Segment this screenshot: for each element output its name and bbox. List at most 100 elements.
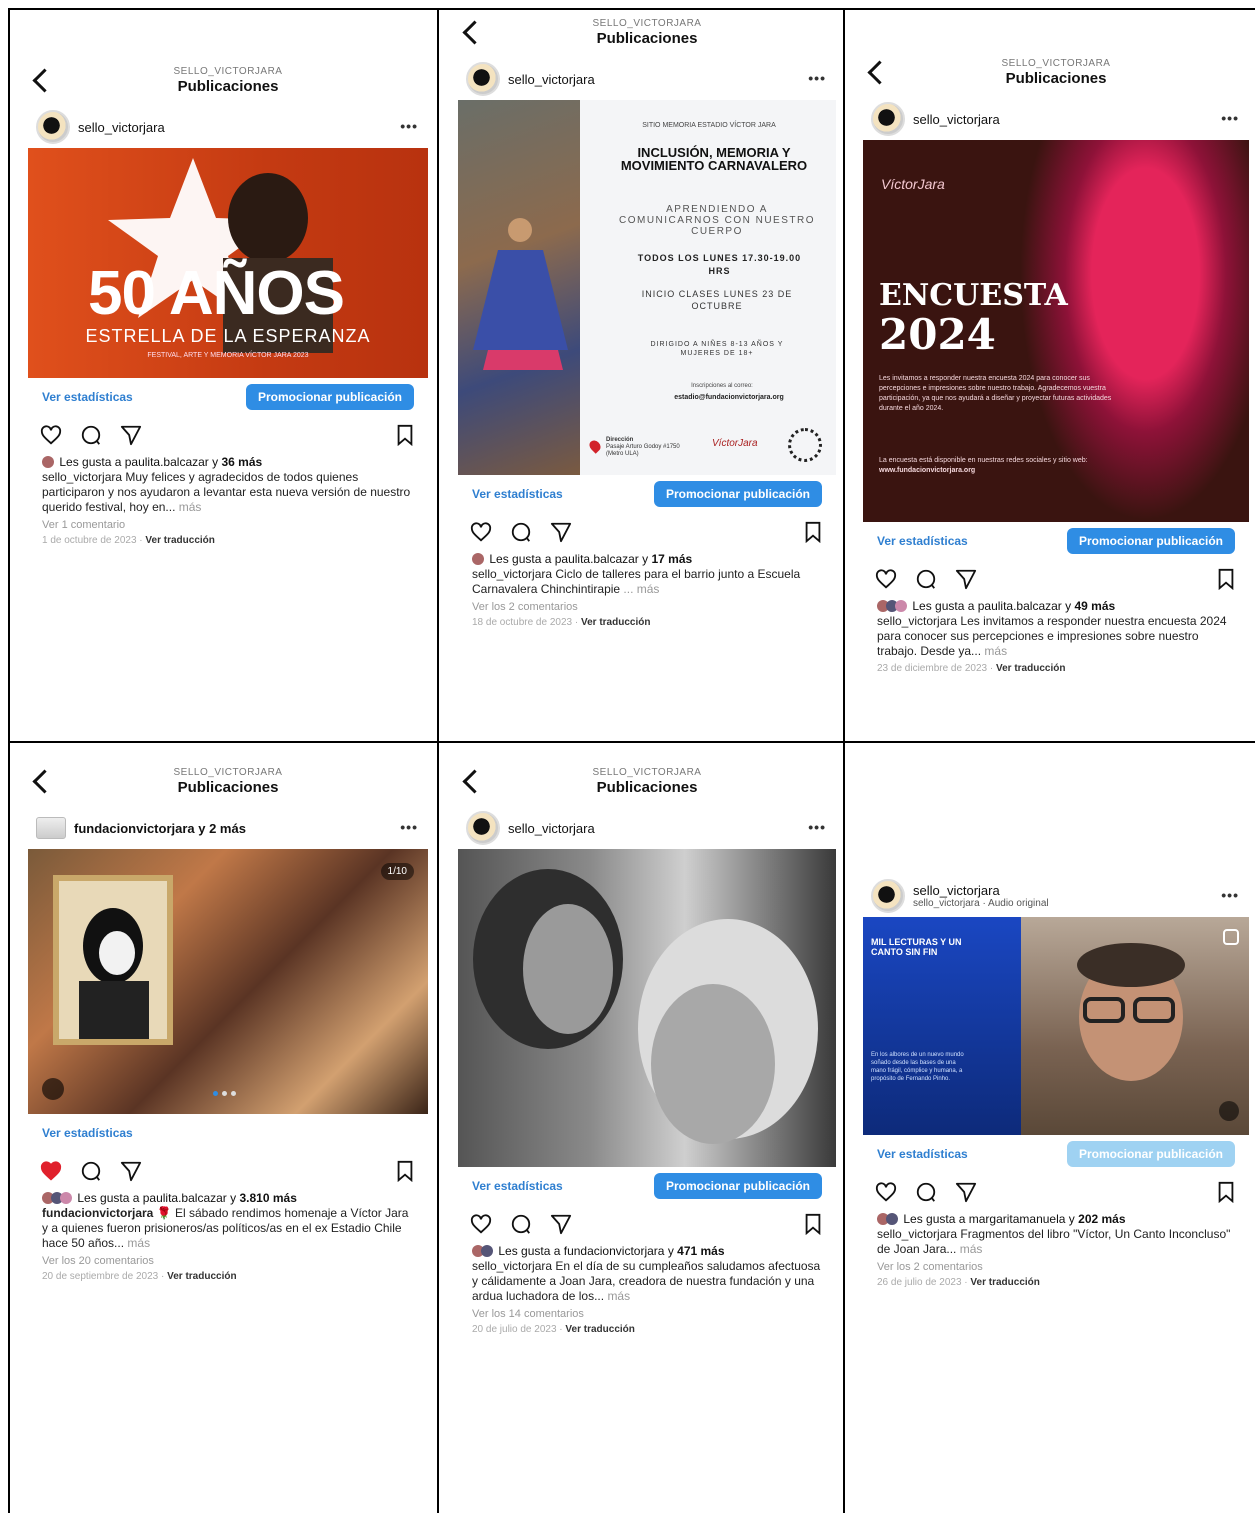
view-stats-link[interactable]: Ver estadísticas bbox=[877, 1147, 968, 1161]
bookmark-icon[interactable] bbox=[802, 1213, 824, 1235]
share-icon[interactable] bbox=[955, 1181, 977, 1203]
comment-icon[interactable] bbox=[915, 568, 937, 590]
post-author[interactable]: sello_victorjara bbox=[508, 72, 595, 87]
avatar[interactable] bbox=[36, 110, 70, 144]
more-options-icon[interactable]: ••• bbox=[808, 70, 826, 86]
bookmark-icon[interactable] bbox=[394, 424, 416, 446]
more-options-icon[interactable]: ••• bbox=[400, 118, 418, 134]
more-link[interactable]: más bbox=[179, 500, 202, 514]
liker-username[interactable]: paulita.balcazar bbox=[143, 1191, 227, 1205]
caption-username[interactable]: sello_victorjara bbox=[877, 614, 957, 628]
bookmark-icon[interactable] bbox=[802, 521, 824, 543]
see-translation-link[interactable]: Ver traducción bbox=[970, 1277, 1039, 1288]
post-image[interactable]: VíctorJara ENCUESTA 2024 Les invitamos a… bbox=[863, 140, 1249, 522]
comment-icon[interactable] bbox=[80, 424, 102, 446]
share-icon[interactable] bbox=[120, 424, 142, 446]
liker-username[interactable]: fundacionvictorjara bbox=[564, 1244, 665, 1258]
likes-count[interactable]: 17 más bbox=[651, 552, 692, 566]
heart-icon[interactable] bbox=[875, 1181, 897, 1203]
promote-button[interactable]: Promocionar publicación bbox=[1066, 1141, 1235, 1167]
comment-icon[interactable] bbox=[80, 1160, 102, 1182]
more-link[interactable]: ... más bbox=[623, 582, 659, 596]
caption-username[interactable]: sello_victorjara bbox=[472, 1259, 552, 1273]
view-stats-link[interactable]: Ver estadísticas bbox=[472, 487, 563, 501]
post-image[interactable]: 1/10 bbox=[28, 849, 428, 1114]
video-body: En los albores de un nuevo mundo soñado … bbox=[871, 1052, 964, 1082]
liker-username[interactable]: paulita.balcazar bbox=[978, 599, 1062, 613]
avatar[interactable] bbox=[871, 102, 905, 136]
share-icon[interactable] bbox=[550, 521, 572, 543]
caption-username[interactable]: sello_victorjara bbox=[472, 567, 552, 581]
liker-username[interactable]: paulita.balcazar bbox=[125, 455, 209, 469]
view-comments-link[interactable]: Ver los 2 comentarios bbox=[458, 597, 836, 613]
more-link[interactable]: más bbox=[960, 1242, 983, 1256]
view-stats-link[interactable]: Ver estadísticas bbox=[877, 534, 968, 548]
more-link[interactable]: más bbox=[984, 644, 1007, 658]
heart-filled-icon[interactable] bbox=[40, 1160, 62, 1182]
view-comments-link[interactable]: Ver 1 comentario bbox=[28, 515, 428, 531]
promote-button[interactable]: Promocionar publicación bbox=[245, 384, 414, 410]
more-link[interactable]: más bbox=[607, 1289, 630, 1303]
view-comments-link[interactable]: Ver los 20 comentarios bbox=[28, 1251, 428, 1267]
avatar[interactable] bbox=[36, 817, 66, 839]
comment-icon[interactable] bbox=[510, 521, 532, 543]
heart-icon[interactable] bbox=[470, 1213, 492, 1235]
promote-button[interactable]: Promocionar publicación bbox=[653, 481, 822, 507]
audio-label[interactable]: sello_victorjara · Audio original bbox=[913, 898, 1049, 909]
promote-button[interactable]: Promocionar publicación bbox=[1066, 528, 1235, 554]
author-block: sello_victorjara sello_victorjara · Audi… bbox=[913, 883, 1049, 909]
view-stats-link[interactable]: Ver estadísticas bbox=[472, 1179, 563, 1193]
promote-button[interactable]: Promocionar publicación bbox=[653, 1173, 822, 1199]
avatar[interactable] bbox=[871, 879, 905, 913]
post-author[interactable]: fundacionvictorjara y 2 más bbox=[74, 821, 246, 836]
more-options-icon[interactable]: ••• bbox=[1221, 110, 1239, 126]
post-video[interactable]: MIL LECTURAS Y UN CANTO SIN FIN En los a… bbox=[863, 917, 1249, 1135]
post-image[interactable]: SITIO MEMORIA ESTADIO VÍCTOR JARA INCLUS… bbox=[458, 100, 836, 475]
likes-count[interactable]: 36 más bbox=[221, 455, 262, 469]
heart-icon[interactable] bbox=[470, 521, 492, 543]
view-comments-link[interactable]: Ver los 14 comentarios bbox=[458, 1304, 836, 1320]
post-author[interactable]: sello_victorjara bbox=[913, 112, 1000, 127]
post-author[interactable]: sello_victorjara bbox=[78, 120, 165, 135]
more-options-icon[interactable]: ••• bbox=[808, 819, 826, 835]
see-translation-link[interactable]: Ver traducción bbox=[581, 617, 650, 628]
share-icon[interactable] bbox=[955, 568, 977, 590]
see-translation-link[interactable]: Ver traducción bbox=[145, 535, 214, 546]
view-stats-link[interactable]: Ver estadísticas bbox=[42, 1126, 133, 1140]
post-author[interactable]: sello_victorjara bbox=[913, 883, 1049, 898]
bookmark-icon[interactable] bbox=[1215, 568, 1237, 590]
liker-username[interactable]: margaritamanuela bbox=[969, 1212, 1066, 1226]
caption-username[interactable]: fundacionvictorjara bbox=[42, 1206, 153, 1220]
share-icon[interactable] bbox=[550, 1213, 572, 1235]
heart-icon[interactable] bbox=[40, 424, 62, 446]
heart-icon[interactable] bbox=[875, 568, 897, 590]
bookmark-icon[interactable] bbox=[1215, 1181, 1237, 1203]
tagged-user-icon[interactable] bbox=[42, 1078, 64, 1100]
liker-username[interactable]: paulita.balcazar bbox=[555, 552, 639, 566]
view-stats-link[interactable]: Ver estadísticas bbox=[42, 390, 133, 404]
likes-count[interactable]: 3.810 más bbox=[239, 1191, 296, 1205]
caption-username[interactable]: sello_victorjara bbox=[877, 1227, 957, 1241]
avatar[interactable] bbox=[466, 811, 500, 845]
more-options-icon[interactable]: ••• bbox=[400, 819, 418, 835]
share-icon[interactable] bbox=[120, 1160, 142, 1182]
post-image[interactable]: 50 AÑOS ESTRELLA DE LA ESPERANZA FESTIVA… bbox=[28, 148, 428, 378]
bookmark-icon[interactable] bbox=[394, 1160, 416, 1182]
post-author[interactable]: sello_victorjara bbox=[508, 821, 595, 836]
likes-count[interactable]: 471 más bbox=[677, 1244, 724, 1258]
see-translation-link[interactable]: Ver traducción bbox=[565, 1324, 634, 1335]
mute-icon[interactable] bbox=[1219, 1101, 1239, 1121]
view-comments-link[interactable]: Ver los 2 comentarios bbox=[863, 1257, 1249, 1273]
likes-count[interactable]: 49 más bbox=[1074, 599, 1115, 613]
more-options-icon[interactable]: ••• bbox=[1221, 887, 1239, 903]
post-cell-1: SELLO_VICTORJARA Publicaciones sello_vic… bbox=[10, 10, 436, 740]
avatar[interactable] bbox=[466, 62, 500, 96]
comment-icon[interactable] bbox=[915, 1181, 937, 1203]
likes-count[interactable]: 202 más bbox=[1078, 1212, 1125, 1226]
caption-username[interactable]: sello_victorjara bbox=[42, 470, 122, 484]
see-translation-link[interactable]: Ver traducción bbox=[167, 1271, 236, 1282]
post-image[interactable] bbox=[458, 849, 836, 1167]
more-link[interactable]: más bbox=[127, 1236, 150, 1250]
see-translation-link[interactable]: Ver traducción bbox=[996, 663, 1065, 674]
comment-icon[interactable] bbox=[510, 1213, 532, 1235]
